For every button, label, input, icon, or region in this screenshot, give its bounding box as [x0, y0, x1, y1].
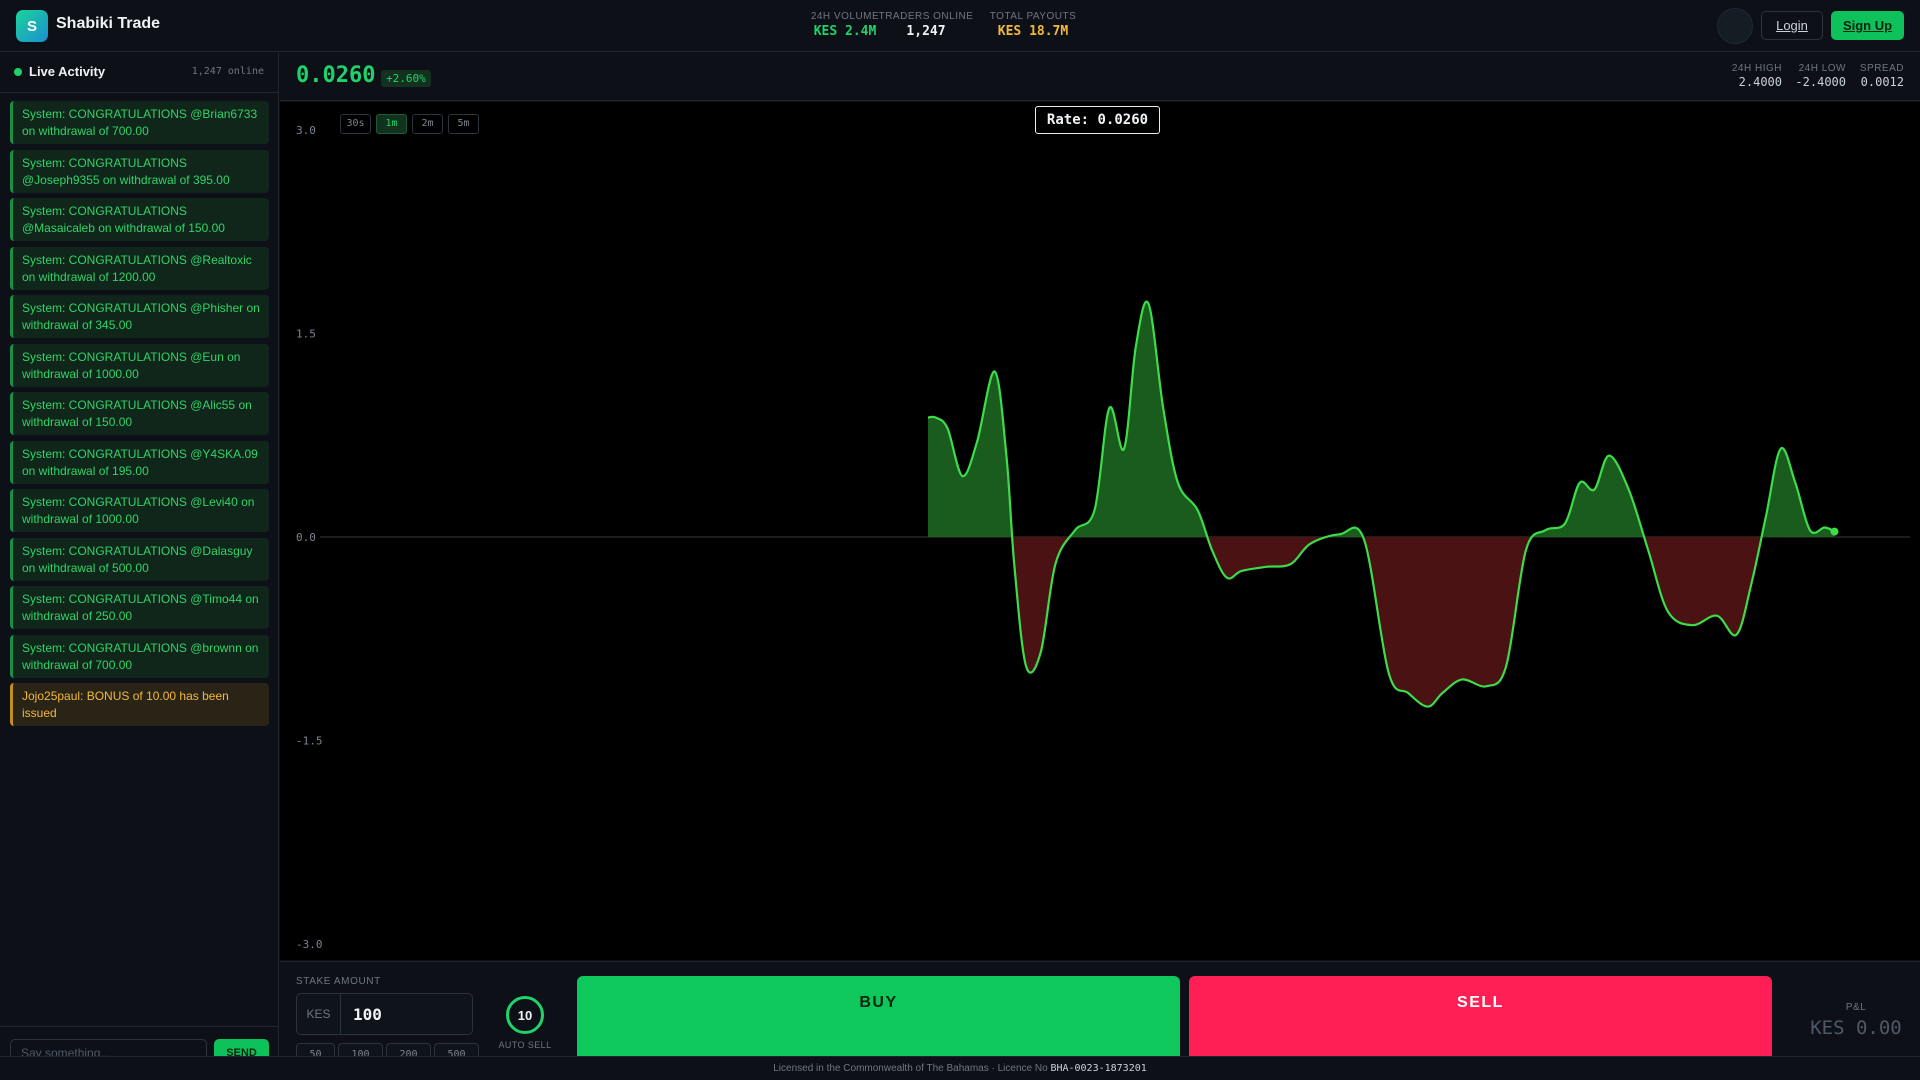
y-tick-label: 3.0	[296, 124, 316, 137]
ticker-stat-label: 24H LOW	[1798, 63, 1846, 74]
chat-bar: SEND	[0, 1026, 279, 1056]
activity-message: System: CONGRATULATIONS @Brian6733 on wi…	[10, 101, 269, 144]
stake-amount-label: STAKE AMOUNT	[296, 976, 381, 987]
negative-area	[928, 537, 1835, 707]
stat-label: TOTAL PAYOUTS	[989, 11, 1077, 22]
bonus-message: Jojo25paul: BONUS of 10.00 has been issu…	[10, 683, 269, 726]
autosell-label: AUTO SELL	[498, 1040, 552, 1050]
ticker-stat-value: 2.4000	[1738, 75, 1782, 89]
timeframe-1m[interactable]: 1m	[376, 113, 407, 134]
positive-area	[928, 301, 1835, 537]
ticker-stat-24h-low: 24H LOW -2.4000	[1795, 63, 1846, 89]
activity-message: System: CONGRATULATIONS @Timo44 on withd…	[10, 586, 269, 629]
y-tick-label: 0.0	[296, 531, 316, 544]
ticker-stat-value: -2.4000	[1795, 75, 1846, 89]
live-status-dot-icon	[14, 68, 22, 76]
ticker-stat-value: 0.0012	[1860, 75, 1904, 89]
current-price-dot	[1830, 527, 1839, 536]
licence-footer: Licensed in the Commonwealth of The Baha…	[0, 1056, 1920, 1080]
stake-chip-500[interactable]: 500	[434, 1043, 479, 1056]
ticker-stat-label: SPREAD	[1859, 63, 1904, 74]
price-change-badge: +2.60%	[381, 70, 431, 87]
stake-amount-input[interactable]	[353, 1003, 463, 1025]
live-activity-header: Live Activity 1,247 online	[0, 53, 278, 93]
stat-total-payouts: TOTAL PAYOUTS KES 18.7M	[988, 11, 1078, 39]
stake-chip-100[interactable]: 100	[338, 1043, 383, 1056]
activity-message: System: CONGRATULATIONS @Masaicaleb on w…	[10, 198, 269, 241]
ticker-stat-spread: SPREAD 0.0012	[1860, 63, 1904, 89]
timeframe-30s[interactable]: 30s	[340, 113, 371, 134]
trade-panel: STAKE AMOUNT KES 50100200500 10 AUTO SEL…	[280, 961, 1920, 1056]
price-chart-svg[interactable]: 3.0 1.5 0.0 -1.5 -3.0	[280, 102, 1920, 960]
activity-message: System: CONGRATULATIONS @Phisher on with…	[10, 295, 269, 338]
ticker-stat-label: 24H HIGH	[1731, 63, 1782, 74]
logo-letter: S	[26, 17, 37, 35]
activity-message: System: CONGRATULATIONS @brownn on withd…	[10, 634, 269, 678]
login-button[interactable]: Login	[1761, 11, 1823, 40]
stake-currency: KES	[297, 994, 341, 1034]
activity-message: System: CONGRATULATIONS @Realtoxic on wi…	[10, 246, 269, 290]
stake-amount-box: KES	[296, 993, 473, 1035]
signup-button[interactable]: Sign Up	[1831, 11, 1904, 40]
stat-value: KES 18.7M	[997, 24, 1069, 39]
activity-message: System: CONGRATULATIONS @Dalasguy on wit…	[10, 537, 269, 581]
sell-button[interactable]: SELL	[1189, 976, 1772, 1056]
price-line	[927, 300, 1835, 708]
y-tick-label: 1.5	[296, 328, 316, 341]
licence-number: BHA-0023-1873201	[1050, 1063, 1147, 1074]
top-header: S Shabiki Trade 24H VOLUME KES 2.4M TRAD…	[0, 0, 1920, 52]
brand-name[interactable]: Shabiki Trade	[56, 15, 160, 33]
live-activity-sidebar: Live Activity 1,247 online System: CONGR…	[0, 53, 279, 1056]
rate-tooltip: Rate: 0.0260	[1035, 106, 1160, 134]
timeframe-2m[interactable]: 2m	[412, 113, 443, 134]
buy-button[interactable]: BUY	[577, 976, 1180, 1056]
autosell-value: 10	[517, 1007, 533, 1023]
timeframe-selector: 30s 1m 2m 5m	[340, 113, 484, 134]
stat-value: 1,247	[906, 24, 946, 39]
y-tick-label: -1.5	[296, 735, 323, 748]
y-tick-label: -3.0	[296, 938, 323, 951]
current-price: 0.0260	[296, 63, 376, 88]
autosell-timer[interactable]: 10	[506, 996, 544, 1034]
activity-message: System: CONGRATULATIONS @Alic55 on withd…	[10, 392, 269, 435]
stat-traders-online: TRADERS ONLINE 1,247	[878, 11, 974, 39]
stake-chip-200[interactable]: 200	[386, 1043, 431, 1056]
avatar[interactable]	[1717, 8, 1753, 44]
licence-text: Licensed in the Commonwealth of The Baha…	[773, 1063, 1048, 1074]
online-count: 1,247 online	[191, 66, 264, 77]
quick-stake-chips: 50 100 200 500	[296, 1043, 482, 1056]
ticker-stat-24h-high: 24H HIGH 2.4000	[1732, 63, 1782, 89]
stake-chip-50[interactable]: 50	[296, 1043, 335, 1056]
logo-badge[interactable]: S	[16, 10, 48, 42]
activity-message: System: CONGRATULATIONS @Y4SKA.09 on wit…	[10, 440, 269, 484]
chat-input[interactable]	[10, 1039, 207, 1056]
activity-message: System: CONGRATULATIONS @Levi40 on withd…	[10, 489, 269, 532]
pnl-label: P&L	[1845, 1002, 1867, 1013]
send-button[interactable]: SEND	[214, 1039, 269, 1056]
price-ticker: 0.0260 +2.60% 24H HIGH 2.4000 24H LOW -2…	[280, 53, 1920, 101]
activity-feed[interactable]: System: CONGRATULATIONS @Brian6733 on wi…	[10, 101, 269, 732]
live-activity-title: Live Activity	[29, 64, 106, 79]
activity-message: System: CONGRATULATIONS @Eun on withdraw…	[10, 343, 269, 387]
price-chart[interactable]: 3.0 1.5 0.0 -1.5 -3.0 30s 1m 2m 5m Rate: 0.0260	[280, 102, 1920, 960]
stat-label: TRADERS ONLINE	[878, 11, 974, 22]
timeframe-5m[interactable]: 5m	[448, 113, 479, 134]
activity-message: System: CONGRATULATIONS @Joseph9355 on w…	[10, 149, 269, 193]
pnl-value: KES 0.00	[1810, 1017, 1902, 1039]
